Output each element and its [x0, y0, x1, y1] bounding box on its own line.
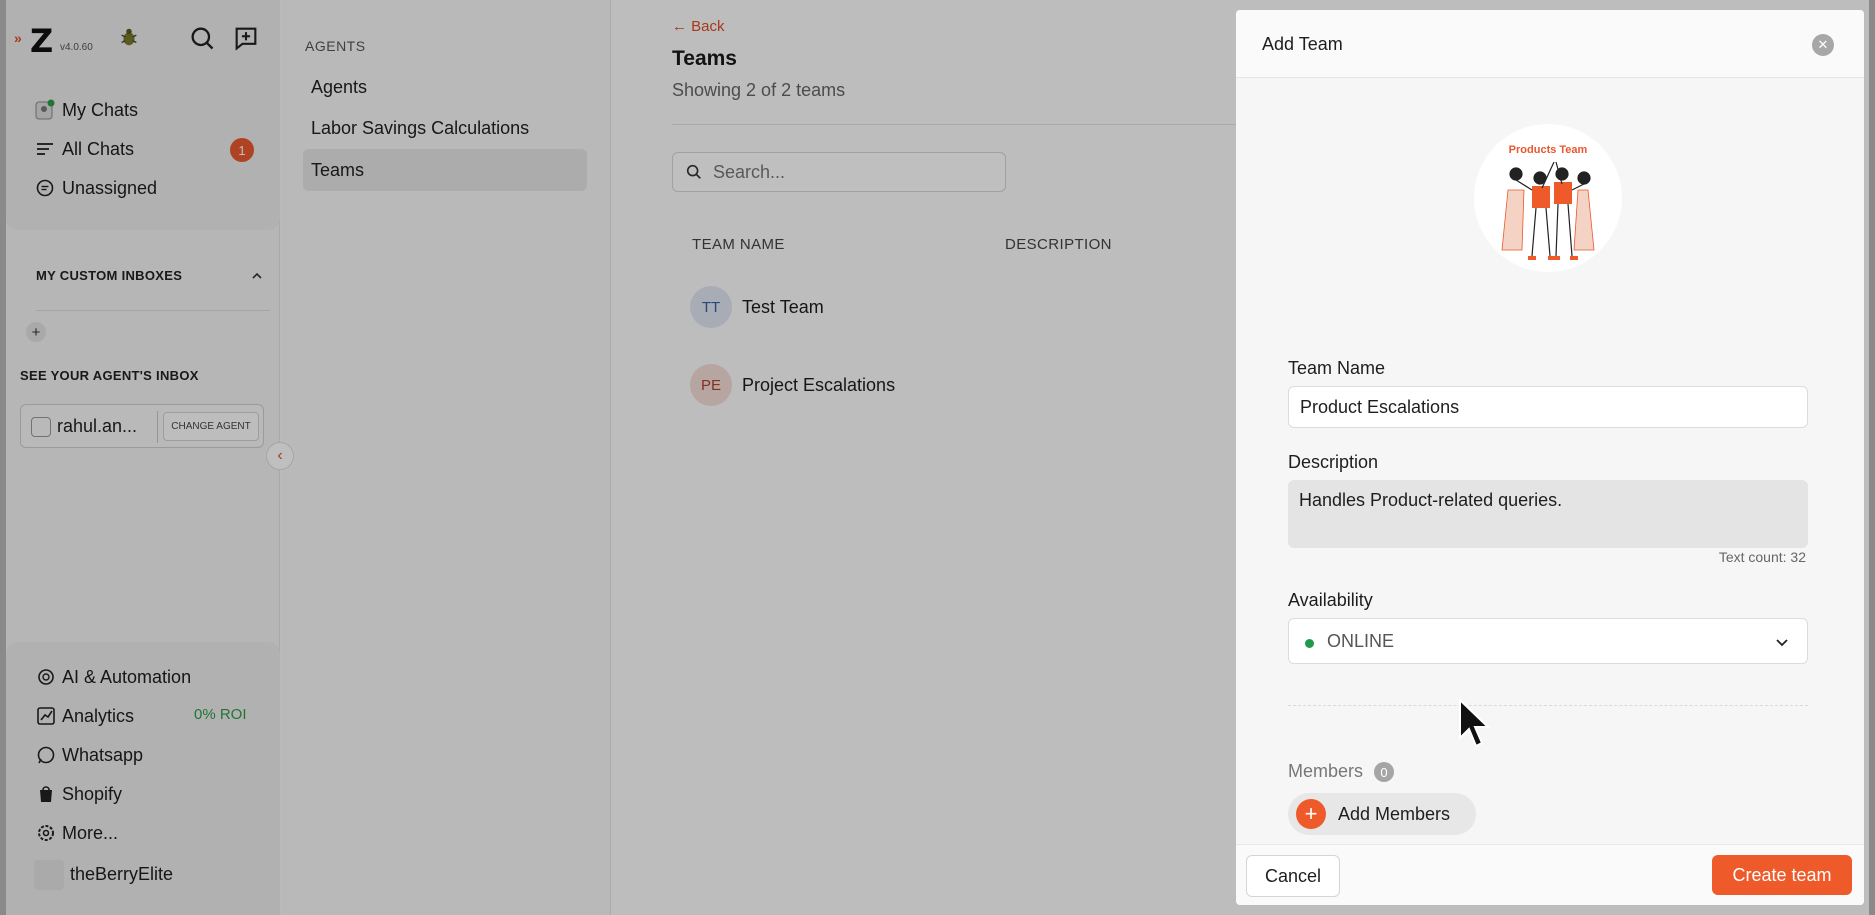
close-icon[interactable]: ✕ — [1812, 34, 1834, 56]
description-textarea[interactable]: Handles Product-related queries. — [1288, 480, 1808, 548]
team-name-input[interactable] — [1288, 386, 1808, 428]
add-team-panel: Add Team ✕ Products Team Team Name Produ… — [1236, 10, 1864, 905]
cancel-button[interactable]: Cancel — [1246, 855, 1340, 897]
availability-value: ONLINE — [1327, 631, 1395, 651]
plus-icon: + — [1296, 799, 1326, 829]
create-team-button[interactable]: Create team — [1712, 855, 1852, 895]
team-image-label: Products Team — [1508, 144, 1588, 156]
chevron-down-icon — [1776, 639, 1788, 647]
online-status-dot — [1305, 639, 1314, 648]
panel-footer: Cancel Create team — [1236, 844, 1864, 905]
team-illustration-icon — [1501, 161, 1595, 260]
members-count-badge: 0 — [1374, 762, 1394, 782]
add-members-button[interactable]: + Add Members — [1288, 793, 1476, 835]
team-name-label: Team Name — [1288, 358, 1386, 378]
mouse-cursor-icon — [1459, 698, 1491, 748]
availability-label: Availability — [1288, 590, 1373, 610]
panel-title: Add Team — [1262, 34, 1343, 54]
section-divider — [1288, 705, 1808, 706]
description-label: Description — [1288, 452, 1379, 472]
panel-header: Add Team ✕ — [1236, 10, 1864, 78]
members-label: Members — [1288, 761, 1364, 781]
availability-select[interactable]: ONLINE — [1288, 618, 1808, 664]
add-members-label: Add Members — [1338, 804, 1451, 824]
team-image[interactable]: Products Team — [1474, 124, 1622, 272]
text-count: Text count: 32 — [1718, 549, 1806, 565]
